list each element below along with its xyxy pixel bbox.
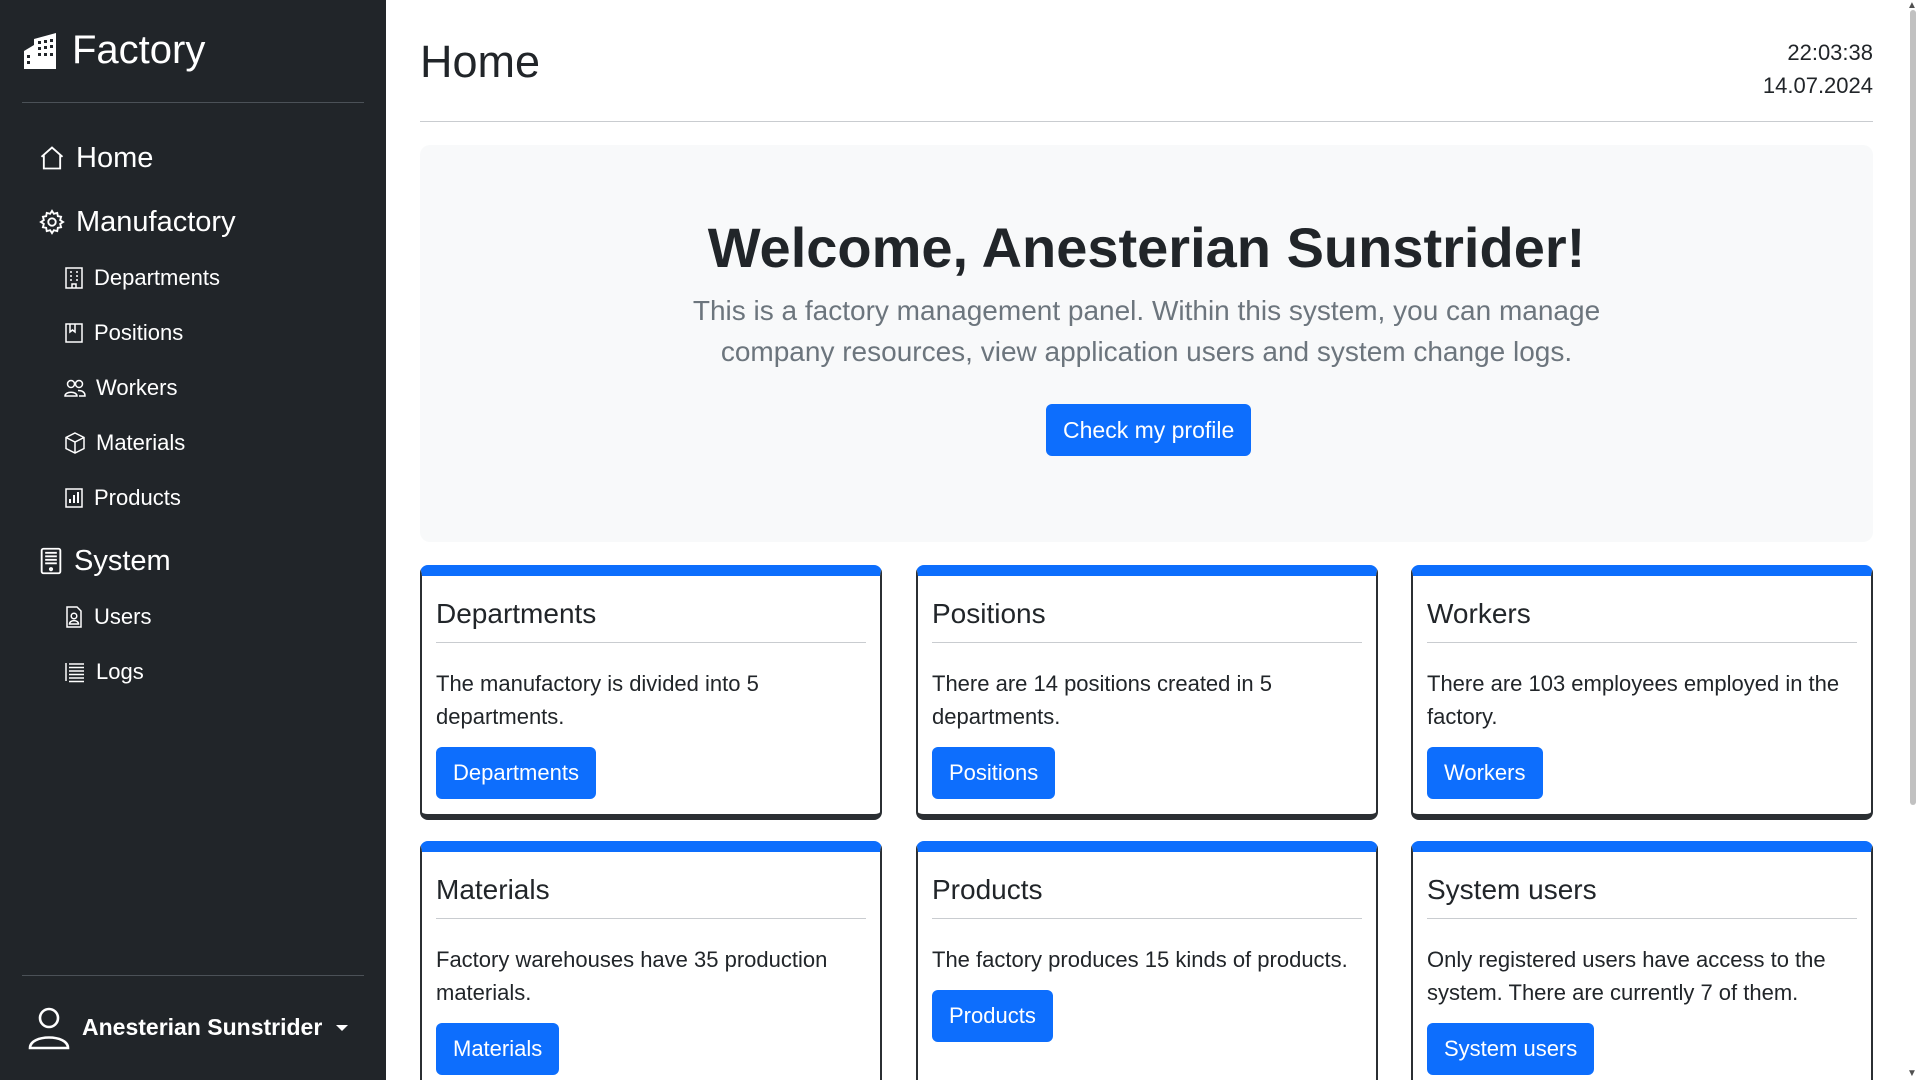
card-text: The manufactory is divided into 5 depart… — [436, 671, 759, 729]
main-content: Home 22:03:38 14.07.2024 Welcome, Aneste… — [420, 0, 1873, 1080]
check-profile-button[interactable]: Check my profile — [1046, 404, 1252, 456]
sidebar-divider — [22, 102, 364, 103]
sidebar-item-departments[interactable]: Departments — [38, 250, 358, 305]
gear-icon — [39, 209, 65, 235]
welcome-text: This is a factory management panel. With… — [692, 295, 1601, 367]
sidebar-item-workers[interactable]: Workers — [38, 360, 358, 415]
sidebar-item-logs[interactable]: Logs — [38, 644, 358, 699]
chevron-down-icon — [336, 1025, 349, 1031]
clock-time: 22:03:38 — [1787, 40, 1873, 65]
system-users-card: System users Only registered users have … — [1411, 841, 1873, 1080]
card-text: Only registered users have access to the… — [1427, 947, 1826, 1005]
workers-card: Workers There are 103 employees employed… — [1411, 565, 1873, 820]
positions-button[interactable]: Positions — [932, 747, 1056, 799]
person-badge-icon — [66, 605, 82, 628]
user-name: Anesterian Sunstrider — [82, 1013, 323, 1040]
clipboard-icon — [65, 322, 83, 343]
brand-name: Factory — [72, 28, 206, 72]
card-text: The factory produces 15 kinds of product… — [932, 947, 1348, 972]
materials-button[interactable]: Materials — [436, 1023, 560, 1075]
scroll-down-icon[interactable]: ▼ — [1906, 1068, 1918, 1080]
sidebar-item-label: System — [74, 544, 171, 577]
sidebar-item-label: Departments — [94, 264, 220, 290]
departments-card: Departments The manufactory is divided i… — [420, 565, 882, 820]
sidebar-divider — [22, 975, 364, 976]
workers-button[interactable]: Workers — [1427, 747, 1543, 799]
list-icon — [65, 662, 84, 682]
card-text: There are 103 employees employed in the … — [1427, 671, 1840, 729]
people-icon — [64, 379, 86, 397]
card-title: Positions — [932, 598, 1362, 643]
welcome-heading: Welcome, Anesterian Sunstrider! — [707, 216, 1586, 279]
sidebar-item-users[interactable]: Users — [38, 589, 358, 644]
sidebar-item-materials[interactable]: Materials — [38, 415, 358, 470]
clock-date: 14.07.2024 — [1762, 73, 1873, 98]
header-divider — [420, 121, 1873, 122]
card-title: System users — [1427, 874, 1857, 919]
sidebar-item-label: Materials — [96, 429, 186, 455]
sidebar-item-label: Products — [94, 484, 181, 510]
card-text: Factory warehouses have 35 production ma… — [436, 947, 828, 1005]
card-text: There are 14 positions created in 5 depa… — [932, 671, 1272, 729]
card-title: Products — [932, 874, 1362, 919]
sidebar-item-home[interactable]: Home — [38, 130, 358, 186]
welcome-hero: Welcome, Anesterian Sunstrider! This is … — [420, 145, 1873, 542]
positions-card: Positions There are 14 positions created… — [916, 565, 1378, 820]
person-icon — [28, 1007, 70, 1050]
card-title: Departments — [436, 598, 866, 643]
sidebar-item-products[interactable]: Products — [38, 470, 358, 525]
house-icon — [40, 146, 64, 170]
box-icon — [65, 431, 85, 454]
user-menu[interactable]: Anesterian Sunstrider — [26, 1004, 349, 1050]
sidebar-item-label: Home — [76, 141, 154, 174]
sidebar-item-label: Manufactory — [76, 205, 236, 238]
brand[interactable]: Factory — [22, 28, 205, 73]
sidebar-item-positions[interactable]: Positions — [38, 305, 358, 360]
sidebar-item-label: Logs — [96, 658, 144, 684]
scrollbar[interactable]: ▲ ▼ — [1903, 0, 1920, 1080]
sidebar: Factory Home Manufactory Departments Pos… — [0, 0, 386, 1080]
clock: 22:03:38 14.07.2024 — [1763, 36, 1873, 102]
products-card: Products The factory produces 15 kinds o… — [916, 841, 1378, 1080]
departments-button[interactable]: Departments — [436, 747, 596, 799]
page-title: Home — [420, 36, 541, 87]
card-title: Workers — [1427, 598, 1857, 643]
sidebar-item-label: Users — [94, 603, 152, 629]
sidebar-item-manufactory[interactable]: Manufactory — [38, 194, 358, 250]
materials-card: Materials Factory warehouses have 35 pro… — [420, 841, 882, 1080]
sidebar-nav: Home Manufactory Departments Positions W… — [38, 130, 358, 699]
sidebar-item-label: Positions — [94, 319, 184, 345]
building-icon — [24, 32, 56, 69]
bar-chart-icon — [65, 487, 83, 508]
scrollbar-thumb[interactable] — [1910, 10, 1916, 805]
device-icon — [40, 547, 62, 575]
system-users-button[interactable]: System users — [1427, 1023, 1595, 1075]
sidebar-item-system[interactable]: System — [38, 533, 358, 589]
sidebar-item-label: Workers — [96, 374, 178, 400]
card-title: Materials — [436, 874, 866, 919]
building-small-icon — [65, 266, 83, 289]
products-button[interactable]: Products — [932, 990, 1053, 1042]
